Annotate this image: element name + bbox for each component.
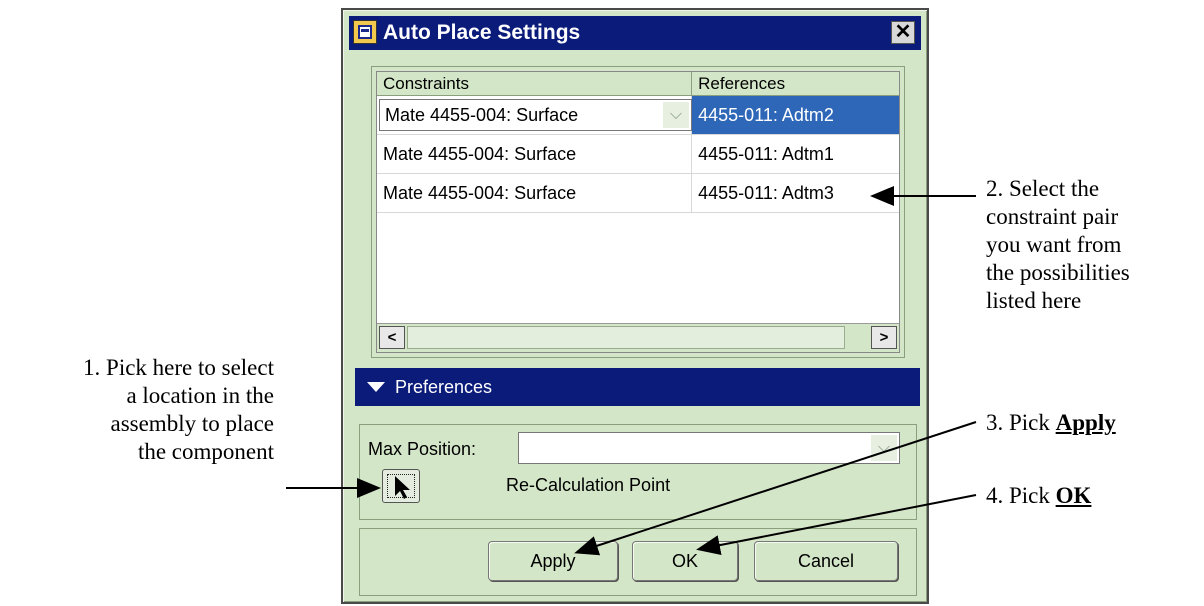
arrow-step-4 xyxy=(696,494,977,555)
annotation-arrows xyxy=(286,186,977,556)
arrow-step-3 xyxy=(574,421,977,556)
